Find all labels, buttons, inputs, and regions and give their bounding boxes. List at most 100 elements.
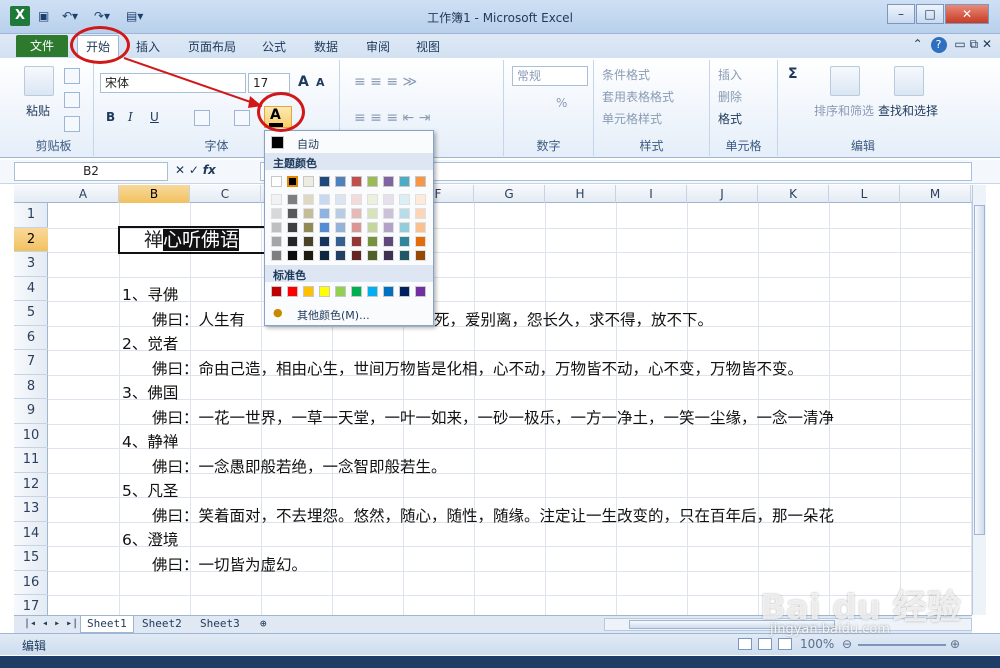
theme-shade-swatch[interactable] [367, 222, 378, 233]
row-header-5[interactable]: 5 [14, 301, 48, 326]
more-colors-option[interactable]: 其他颜色(M)... [297, 307, 370, 323]
grow-font-button[interactable]: A [298, 74, 309, 90]
row-header-11[interactable]: 11 [14, 448, 48, 473]
theme-shade-swatch[interactable] [399, 194, 410, 205]
theme-shade-swatch[interactable] [367, 208, 378, 219]
copy-icon[interactable] [64, 92, 80, 108]
theme-color-swatch[interactable] [367, 176, 378, 187]
tab-insert[interactable]: 插入 [136, 38, 160, 56]
theme-shade-swatch[interactable] [399, 250, 410, 261]
underline-button[interactable]: U [150, 110, 159, 124]
paste-button[interactable]: 粘贴 [26, 102, 50, 119]
help-icon[interactable]: ? [930, 37, 947, 53]
theme-shade-swatch[interactable] [271, 236, 282, 247]
row-header-12[interactable]: 12 [14, 473, 48, 497]
theme-shade-swatch[interactable] [383, 222, 394, 233]
theme-shade-swatch[interactable] [303, 208, 314, 219]
insert-cells-button[interactable]: 插入 [718, 66, 742, 83]
theme-shade-swatch[interactable] [415, 222, 426, 233]
column-header-m[interactable]: M [900, 185, 971, 203]
theme-shade-swatch[interactable] [303, 194, 314, 205]
cancel-icon[interactable]: ✕ [175, 163, 185, 177]
standard-color-swatch[interactable] [415, 286, 426, 297]
cell-c11[interactable]: 佛曰：一念愚即般若绝，一念智即般若生。 [152, 455, 447, 477]
theme-shade-swatch[interactable] [383, 194, 394, 205]
theme-shade-swatch[interactable] [271, 194, 282, 205]
row-header-3[interactable]: 3 [14, 252, 48, 277]
maximize-button[interactable]: □ [916, 4, 944, 24]
cell-styles-button[interactable]: 单元格样式 [602, 110, 662, 127]
cell-c9[interactable]: 佛曰：一花一世界，一草一天堂，一叶一如来，一砂一极乐，一方一净土，一笑一尘缘，一… [152, 406, 834, 428]
theme-shade-swatch[interactable] [415, 208, 426, 219]
row-header-16[interactable]: 16 [14, 571, 48, 595]
auto-color-swatch[interactable] [271, 136, 284, 149]
tab-data[interactable]: 数据 [314, 38, 338, 56]
format-as-table-button[interactable]: 套用表格格式 [602, 88, 674, 105]
theme-shade-swatch[interactable] [351, 236, 362, 247]
row-header-7[interactable]: 7 [14, 350, 48, 375]
standard-color-swatch[interactable] [287, 286, 298, 297]
fill-color-icon[interactable] [234, 110, 250, 126]
theme-color-swatch[interactable] [351, 176, 362, 187]
row-header-13[interactable]: 13 [14, 497, 48, 522]
theme-color-swatch[interactable] [271, 176, 282, 187]
column-header-j[interactable]: J [687, 185, 758, 203]
shrink-font-button[interactable]: A [316, 76, 325, 89]
row-header-15[interactable]: 15 [14, 546, 48, 571]
column-header-b[interactable]: B [119, 185, 190, 203]
theme-shade-swatch[interactable] [415, 250, 426, 261]
cell-c13[interactable]: 佛曰：笑着面对，不去埋怨。悠然，随心，随性，随缘。注定让一生改变的，只在百年后，… [152, 504, 834, 526]
sheet-nav-arrows[interactable]: |◂ ◂ ▸ ▸| [18, 616, 84, 633]
standard-color-swatch[interactable] [271, 286, 282, 297]
tab-review[interactable]: 审阅 [366, 38, 390, 56]
theme-shade-swatch[interactable] [415, 194, 426, 205]
column-header-h[interactable]: H [545, 185, 616, 203]
standard-color-swatch[interactable] [399, 286, 410, 297]
row-header-10[interactable]: 10 [14, 424, 48, 448]
sort-filter-icon[interactable] [830, 66, 860, 96]
vertical-scrollbar[interactable] [972, 185, 986, 615]
cell-b2[interactable]: 禅心听佛语 [118, 226, 266, 254]
theme-shade-swatch[interactable] [399, 208, 410, 219]
theme-shade-swatch[interactable] [367, 194, 378, 205]
row-header-1[interactable]: 1 [14, 203, 48, 228]
cell-c5[interactable]: 佛曰：人生有 [152, 308, 245, 330]
sheet-tab-2[interactable]: Sheet2 [136, 616, 188, 633]
standard-color-swatch[interactable] [383, 286, 394, 297]
theme-shade-swatch[interactable] [287, 208, 298, 219]
window-restore-icon[interactable]: ⧉ [970, 37, 979, 51]
theme-color-swatch[interactable] [303, 176, 314, 187]
borders-icon[interactable] [194, 110, 210, 126]
theme-shade-swatch[interactable] [351, 208, 362, 219]
theme-shade-swatch[interactable] [399, 236, 410, 247]
theme-shade-swatch[interactable] [319, 222, 330, 233]
zoom-level[interactable]: 100% [800, 637, 834, 651]
row-header-14[interactable]: 14 [14, 522, 48, 546]
row-header-6[interactable]: 6 [14, 326, 48, 350]
theme-color-swatch[interactable] [399, 176, 410, 187]
theme-shade-swatch[interactable] [319, 208, 330, 219]
theme-shade-swatch[interactable] [335, 236, 346, 247]
theme-shade-swatch[interactable] [271, 250, 282, 261]
name-box[interactable]: B2 [14, 162, 168, 181]
column-header-g[interactable]: G [474, 185, 545, 203]
paste-icon[interactable] [24, 66, 54, 96]
theme-shade-swatch[interactable] [383, 208, 394, 219]
zoom-slider[interactable] [858, 644, 946, 646]
cell-c15[interactable]: 佛曰：一切皆为虚幻。 [152, 553, 307, 575]
number-format-select[interactable]: 常规 [512, 66, 588, 86]
theme-color-swatch[interactable] [335, 176, 346, 187]
insert-sheet-icon[interactable]: ⊕ [254, 616, 273, 633]
theme-color-swatch[interactable] [287, 176, 298, 187]
theme-shade-swatch[interactable] [351, 194, 362, 205]
theme-shade-swatch[interactable] [335, 222, 346, 233]
vertical-scroll-thumb[interactable] [974, 205, 985, 535]
theme-shade-swatch[interactable] [287, 194, 298, 205]
theme-shade-swatch[interactable] [287, 236, 298, 247]
theme-shade-swatch[interactable] [415, 236, 426, 247]
tab-file[interactable]: 文件 [16, 35, 68, 57]
format-painter-icon[interactable] [64, 116, 80, 132]
theme-shade-swatch[interactable] [303, 222, 314, 233]
tab-page-layout[interactable]: 页面布局 [188, 38, 236, 56]
cell-b4[interactable]: 1、寻佛 [122, 283, 178, 305]
